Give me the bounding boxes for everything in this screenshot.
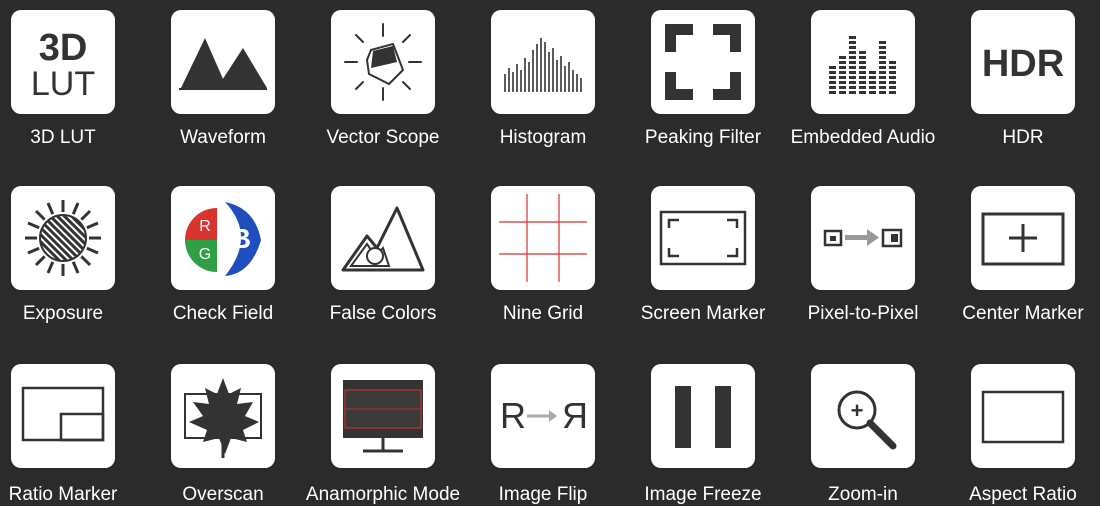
feature-label: Image Freeze [644,484,762,505]
feature-label: Check Field [172,303,274,324]
feature-label: Image Flip [498,484,588,505]
feature-label: 3D LUT [30,127,96,148]
ratio-marker-icon [11,364,115,468]
vector-scope-icon [331,10,435,114]
feature-label: Exposure [22,303,104,324]
check-field-b-text: B [231,223,251,254]
image-flip-r-text: R [500,395,526,436]
feature-label: Overscan [182,484,264,505]
aspect-ratio-icon [971,364,1075,468]
feature-label: Histogram [499,127,587,148]
feature-label: Waveform [180,127,266,148]
feature-label: Peaking Filter [644,127,762,148]
embedded-audio-icon [811,10,915,114]
feature-label: Center Marker [962,303,1084,324]
histogram-icon [491,10,595,114]
hdr-icon-text: HDR [982,43,1064,85]
zoom-in-icon: + [811,364,915,468]
feature-label: Embedded Audio [790,127,936,148]
check-field-g-text: G [199,246,211,263]
peaking-filter-icon [651,10,755,114]
feature-label: Anamorphic Mode [305,484,461,505]
feature-label: Pixel-to-Pixel [807,303,919,324]
3d-lut-icon: 3D LUT [11,10,115,114]
waveform-icon [171,10,275,114]
image-flip-mirrored-r-text: R [562,395,588,436]
anamorphic-mode-icon [331,364,435,468]
image-flip-icon: R R [491,364,595,468]
feature-label: Vector Scope [326,127,440,148]
image-freeze-icon [651,364,755,468]
feature-label: Nine Grid [502,303,584,324]
nine-grid-icon [491,186,595,290]
feature-grid: 3D LUT 3D LUT Waveform Vector Scope Hist… [0,0,1100,506]
feature-label: Screen Marker [640,303,766,324]
center-marker-icon [971,186,1075,290]
false-colors-icon [331,186,435,290]
check-field-r-text: R [199,218,211,235]
3d-lut-icon-text-bottom: LUT [31,65,95,103]
check-field-icon: R G B [171,186,275,290]
hdr-icon: HDR [971,10,1075,114]
pixel-to-pixel-icon [811,186,915,290]
feature-label: False Colors [329,303,437,324]
zoom-in-plus-text: + [851,398,864,423]
exposure-icon [11,186,115,290]
feature-label: Zoom-in [828,484,898,505]
feature-label: HDR [1002,127,1044,148]
feature-label: Ratio Marker [8,484,118,505]
3d-lut-icon-text-top: 3D [39,27,88,69]
feature-label: Aspect Ratio [969,484,1077,505]
overscan-icon [171,364,275,468]
screen-marker-icon [651,186,755,290]
